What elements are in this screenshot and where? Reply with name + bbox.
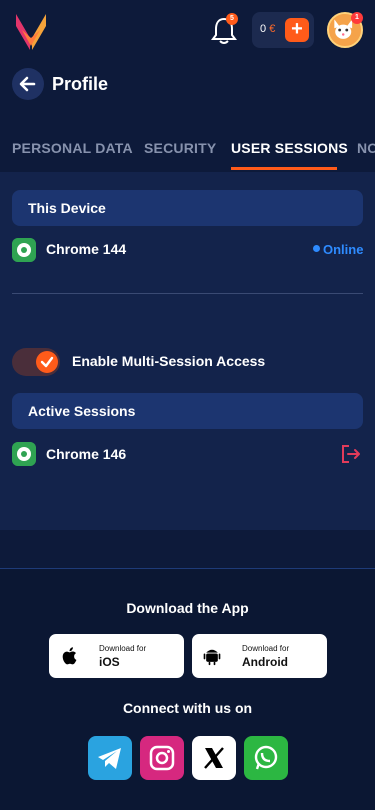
top-bar: 5 0 € + 1: [0, 0, 375, 60]
ios-download-button[interactable]: Download for iOS: [49, 634, 184, 678]
instagram-icon: [149, 745, 175, 771]
balance-amount: 0: [260, 23, 267, 35]
active-tab-indicator: [231, 167, 337, 170]
whatsapp-icon: [254, 745, 278, 770]
online-status: Online: [323, 242, 364, 257]
connect-title: Connect with us on: [122, 700, 253, 716]
ios-big-label: iOS: [99, 655, 120, 669]
balance-currency: €: [269, 23, 276, 35]
back-button[interactable]: [12, 68, 44, 100]
this-device-heading: This Device: [28, 200, 106, 216]
notification-count-badge: 5: [226, 13, 238, 25]
deposit-plus-button[interactable]: +: [285, 18, 309, 42]
avatar-badge: 1: [351, 12, 363, 24]
check-icon: [40, 356, 54, 368]
apple-icon: [62, 647, 77, 665]
tab-user-sessions[interactable]: USER SESSIONS: [231, 140, 348, 170]
online-dot-icon: [313, 245, 320, 252]
brand-logo-icon[interactable]: [16, 12, 46, 50]
multi-session-label: Enable Multi-Session Access: [72, 353, 266, 369]
active-session-browser: Chrome 146: [46, 446, 127, 462]
toggle-knob: [36, 351, 58, 373]
android-download-button[interactable]: Download for Android: [192, 634, 327, 678]
tab-security[interactable]: SECURITY: [144, 140, 216, 170]
balance-widget[interactable]: 0 € +: [252, 12, 314, 48]
tab-next-overflow[interactable]: NO: [357, 140, 375, 170]
x-button[interactable]: [192, 736, 236, 780]
instagram-button[interactable]: [140, 736, 184, 780]
this-device-browser: Chrome 144: [46, 241, 127, 257]
whatsapp-button[interactable]: [244, 736, 288, 780]
download-app-title: Download the App: [126, 600, 249, 616]
this-device-header: This Device: [12, 190, 363, 226]
telegram-icon: [98, 748, 121, 769]
chrome-icon: [12, 238, 36, 262]
x-icon: [204, 747, 224, 769]
android-small-label: Download for: [242, 644, 290, 653]
tab-personal-data[interactable]: PERSONAL DATA: [12, 140, 133, 170]
page-title: Profile: [52, 74, 109, 94]
android-big-label: Android: [242, 655, 288, 669]
multi-session-toggle[interactable]: [12, 348, 60, 376]
arrow-left-icon: [19, 76, 36, 92]
telegram-button[interactable]: [88, 736, 132, 780]
active-sessions-header: Active Sessions: [12, 393, 363, 429]
logout-icon[interactable]: [340, 443, 362, 465]
section-divider: [12, 293, 363, 294]
profile-tabs: PERSONAL DATA SECURITY USER SESSIONS NO: [0, 128, 375, 170]
ios-small-label: Download for: [99, 644, 147, 653]
android-icon: [203, 649, 221, 666]
active-sessions-heading: Active Sessions: [28, 403, 136, 419]
chrome-icon: [12, 442, 36, 466]
